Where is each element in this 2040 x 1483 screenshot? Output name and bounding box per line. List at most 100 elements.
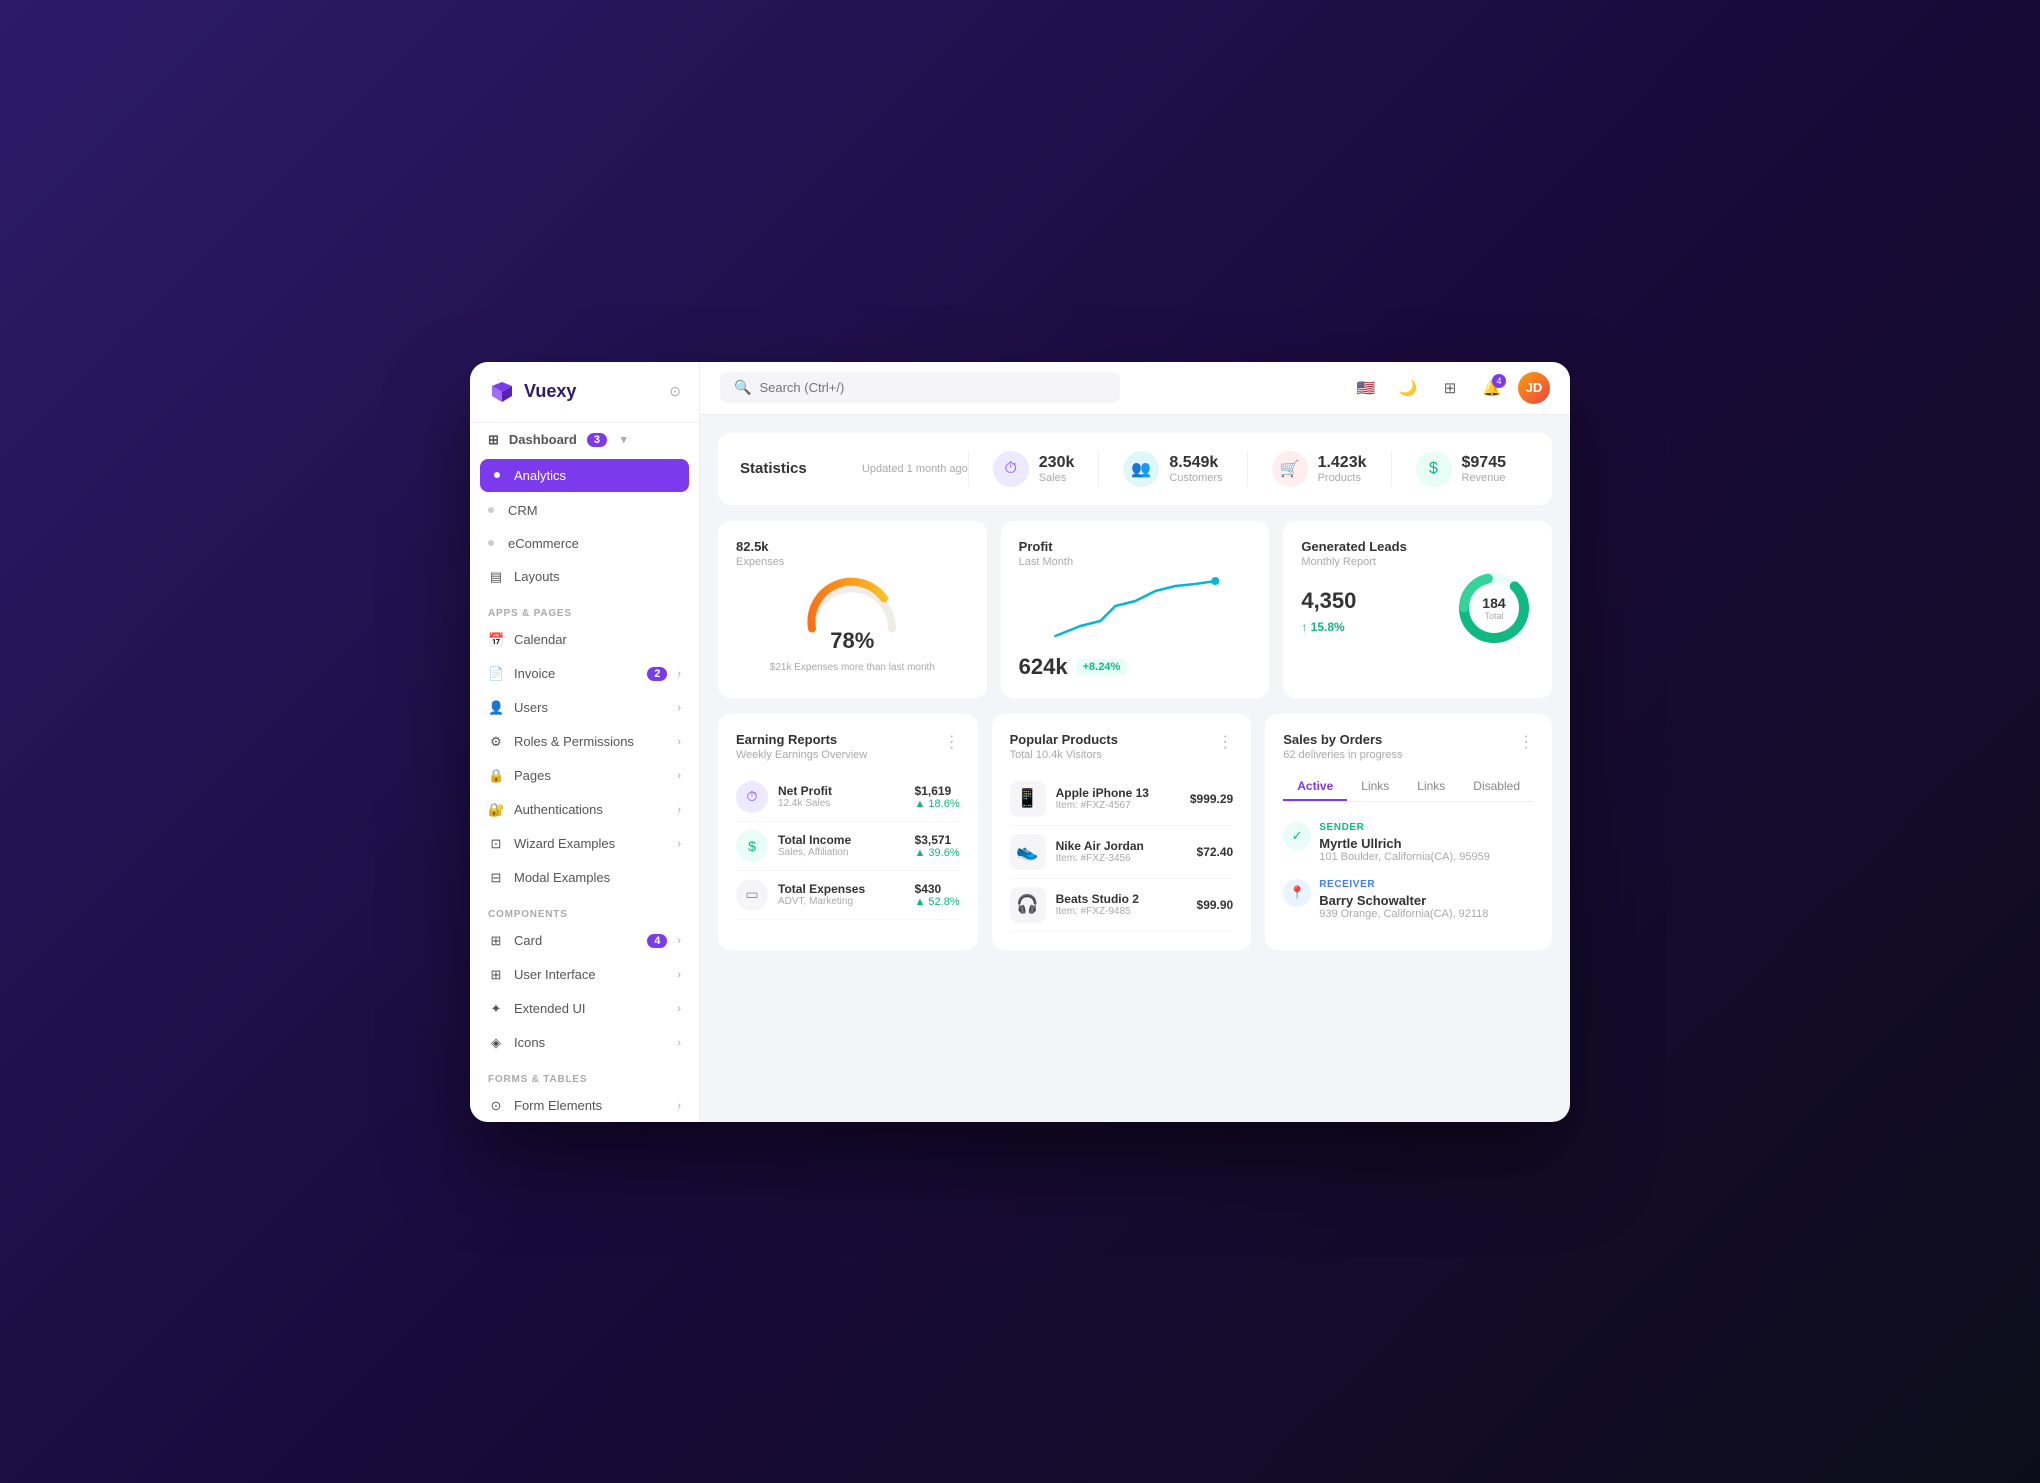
nike-name: Nike Air Jordan	[1056, 839, 1187, 853]
card-badge: 4	[647, 934, 667, 948]
total-income-change-val: 39.6%	[928, 847, 959, 859]
layout-icon: ▤	[488, 569, 504, 585]
chevron-down-icon: ▾	[621, 433, 627, 446]
total-expenses-change: ▲ 52.8%	[915, 896, 960, 908]
sales-icon: ⏱	[993, 451, 1029, 487]
earning-header: Earning Reports Weekly Earnings Overview…	[736, 732, 960, 761]
statistics-title: Statistics	[740, 460, 862, 477]
customers-value: 8.549k	[1169, 454, 1222, 472]
chevron-right-icon: ›	[677, 702, 681, 714]
customers-icon: 👥	[1123, 451, 1159, 487]
sidebar-item-analytics[interactable]: Analytics	[480, 459, 689, 492]
sender-address: 101 Boulder, California(CA), 95959	[1319, 851, 1490, 863]
tab-links-1[interactable]: Links	[1347, 773, 1403, 801]
extended-icon: ✦	[488, 1001, 504, 1017]
sidebar-item-calendar[interactable]: 📅 Calendar	[470, 623, 699, 657]
nike-price: $72.40	[1197, 845, 1234, 859]
expenses-card: 82.5k Expenses	[718, 521, 987, 698]
statistics-card: Statistics Updated 1 month ago ⏱ 230k Sa…	[718, 433, 1552, 505]
total-income-info: Total Income Sales, Affiliation	[778, 833, 905, 858]
total-income-name: Total Income	[778, 833, 905, 847]
receiver-icon: 📍	[1283, 879, 1311, 907]
sidebar-item-crm[interactable]: CRM	[470, 494, 699, 527]
leads-growth: ↑ 15.8%	[1301, 620, 1356, 634]
flag-button[interactable]: 🇺🇸	[1350, 372, 1382, 404]
crm-label: CRM	[508, 503, 681, 518]
iphone-name: Apple iPhone 13	[1056, 786, 1180, 800]
sidebar-item-roles[interactable]: ⚙ Roles & Permissions ›	[470, 725, 699, 759]
orders-title: Sales by Orders	[1283, 732, 1402, 747]
arrow-up-icon: ▲	[915, 896, 926, 908]
leads-card: Generated Leads Monthly Report 4,350 ↑ 1…	[1283, 521, 1552, 698]
beats-info: Beats Studio 2 Item: #FXZ-9485	[1056, 892, 1187, 917]
dashboard-label: Dashboard	[509, 432, 577, 447]
topbar: 🔍 🇺🇸 🌙 ⊞ 🔔 4 JD	[700, 362, 1570, 415]
forms-section-label: FORMS & TABLES	[470, 1060, 699, 1089]
sidebar-item-icons[interactable]: ◈ Icons ›	[470, 1026, 699, 1060]
tab-active[interactable]: Active	[1283, 773, 1347, 801]
profit-sparkline	[1019, 576, 1252, 646]
donut-value: 184	[1482, 595, 1505, 611]
modal-label: Modal Examples	[514, 870, 681, 885]
sidebar-item-form-elements[interactable]: ⊙ Form Elements ›	[470, 1089, 699, 1122]
beats-id: Item: #FXZ-9485	[1056, 906, 1187, 917]
earning-item-net-profit: ⏱ Net Profit 12.4k Sales $1,619 ▲ 18.6%	[736, 773, 960, 822]
sidebar-item-users[interactable]: 👤 Users ›	[470, 691, 699, 725]
sidebar-item-auth[interactable]: 🔐 Authentications ›	[470, 793, 699, 827]
extended-label: Extended UI	[514, 1001, 667, 1016]
donut-chart: 184 Total	[1454, 568, 1534, 648]
tab-disabled[interactable]: Disabled	[1459, 773, 1534, 801]
leads-subtitle: Monthly Report	[1301, 556, 1534, 568]
chevron-right-icon: ›	[677, 935, 681, 947]
bottom-row: Earning Reports Weekly Earnings Overview…	[718, 714, 1552, 950]
pin-icon[interactable]: ⊙	[669, 383, 681, 400]
sender-info: SENDER Myrtle Ullrich 101 Boulder, Calif…	[1319, 822, 1490, 863]
products-icon: 🛒	[1272, 451, 1308, 487]
theme-toggle-button[interactable]: 🌙	[1392, 372, 1424, 404]
modal-icon: ⊟	[488, 870, 504, 886]
arrow-up-icon: ▲	[915, 847, 926, 859]
sidebar-item-modal[interactable]: ⊟ Modal Examples	[470, 861, 699, 895]
notifications-button[interactable]: 🔔 4	[1476, 372, 1508, 404]
search-bar[interactable]: 🔍	[720, 372, 1120, 403]
earning-menu-button[interactable]: ⋮	[944, 732, 960, 752]
apps-button[interactable]: ⊞	[1434, 372, 1466, 404]
total-income-amount-block: $3,571 ▲ 39.6%	[915, 833, 960, 859]
sidebar-item-wizard[interactable]: ⊡ Wizard Examples ›	[470, 827, 699, 861]
dot-icon	[488, 507, 494, 513]
sidebar-item-ecommerce[interactable]: eCommerce	[470, 527, 699, 560]
tab-links-2[interactable]: Links	[1403, 773, 1459, 801]
sidebar-item-invoice[interactable]: 📄 Invoice 2 ›	[470, 657, 699, 691]
icons-label: Icons	[514, 1035, 667, 1050]
sidebar-item-ui[interactable]: ⊞ User Interface ›	[470, 958, 699, 992]
chevron-right-icon: ›	[677, 668, 681, 680]
popular-products-card: Popular Products Total 10.4k Visitors ⋮ …	[992, 714, 1252, 950]
sidebar-item-pages[interactable]: 🔒 Pages ›	[470, 759, 699, 793]
products-menu-button[interactable]: ⋮	[1217, 732, 1233, 752]
flag-icon: 🇺🇸	[1357, 379, 1376, 397]
wizard-icon: ⊡	[488, 836, 504, 852]
earning-subtitle: Weekly Earnings Overview	[736, 749, 867, 761]
calendar-label: Calendar	[514, 632, 681, 647]
products-label: Products	[1318, 472, 1367, 484]
app-name: Vuexy	[524, 381, 576, 402]
sidebar-item-dashboard[interactable]: ⊞ Dashboard 3 ▾	[470, 423, 699, 457]
search-input[interactable]	[759, 380, 1106, 395]
expenses-note: $21k Expenses more than last month	[736, 662, 969, 673]
sender-name: Myrtle Ullrich	[1319, 836, 1490, 851]
revenue-value: $9745	[1462, 454, 1507, 472]
dashboard-icon: ⊞	[488, 432, 499, 448]
sidebar-item-card[interactable]: ⊞ Card 4 ›	[470, 924, 699, 958]
sidebar-item-layouts[interactable]: ▤ Layouts	[470, 560, 699, 594]
profit-chart	[1019, 576, 1252, 646]
dashboard-badge: 3	[587, 433, 607, 447]
sidebar-item-extended[interactable]: ✦ Extended UI ›	[470, 992, 699, 1026]
sender-label: SENDER	[1319, 822, 1490, 833]
product-nike: 👟 Nike Air Jordan Item: #FXZ-3456 $72.40	[1010, 826, 1234, 879]
user-avatar[interactable]: JD	[1518, 372, 1550, 404]
orders-subtitle: 62 deliveries in progress	[1283, 749, 1402, 761]
net-profit-info: Net Profit 12.4k Sales	[778, 784, 905, 809]
orders-menu-button[interactable]: ⋮	[1518, 732, 1534, 752]
total-expenses-desc: ADVT, Marketing	[778, 896, 905, 907]
calendar-icon: 📅	[488, 632, 504, 648]
